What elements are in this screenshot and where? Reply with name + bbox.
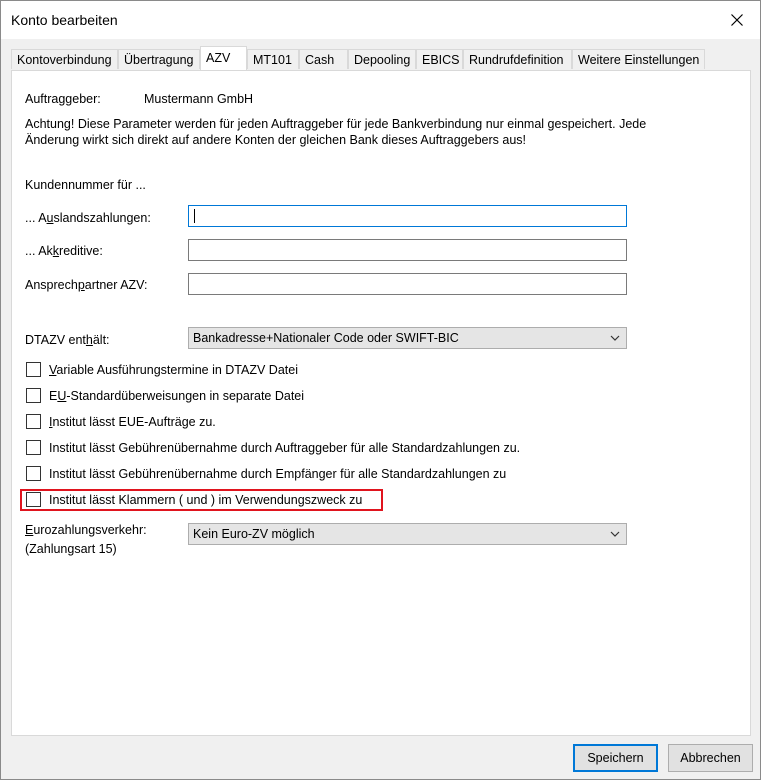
tab-ebics[interactable]: EBICS: [416, 49, 463, 69]
akkreditive-label: ... Akkreditive:: [25, 244, 103, 258]
tab-depooling[interactable]: Depooling: [348, 49, 416, 69]
ansprechpartner-label: Ansprechpartner AZV:: [25, 278, 148, 292]
eurozahlungsverkehr-selected-value: Kein Euro-ZV möglich: [193, 527, 315, 541]
auslandszahlungen-label: ... Auslandszahlungen:: [25, 211, 151, 225]
tab-cash[interactable]: Cash: [299, 49, 348, 69]
dtazv-select[interactable]: Bankadresse+Nationaler Code oder SWIFT-B…: [188, 327, 627, 349]
chevron-down-icon: [610, 531, 620, 537]
eurozahlungsverkehr-label: Eurozahlungsverkehr:: [25, 523, 147, 537]
checkbox-box[interactable]: [26, 440, 41, 455]
dtazv-selected-value: Bankadresse+Nationaler Code oder SWIFT-B…: [193, 331, 459, 345]
close-icon: [731, 14, 743, 26]
ansprechpartner-field[interactable]: [189, 274, 626, 294]
tab-uebertragung[interactable]: Übertragung: [118, 49, 200, 69]
chevron-down-icon: [610, 335, 620, 341]
checkbox-box[interactable]: [26, 388, 41, 403]
close-button[interactable]: [714, 1, 760, 39]
auftraggeber-value: Mustermann GmbH: [144, 92, 254, 106]
tab-strip: Kontoverbindung Übertragung AZV MT101 Ca…: [11, 46, 751, 71]
tab-kontoverbindung[interactable]: Kontoverbindung: [11, 49, 118, 69]
save-button[interactable]: Speichern: [573, 744, 658, 772]
text-caret: [194, 209, 195, 223]
dtazv-label: DTAZV enthält:: [25, 333, 110, 347]
checkbox-box[interactable]: [26, 492, 41, 507]
akkreditive-field[interactable]: [189, 240, 626, 260]
eurozahlungsverkehr-select[interactable]: Kein Euro-ZV möglich: [188, 523, 627, 545]
checkbox-label: Institut lässt Gebührenübernahme durch A…: [49, 441, 521, 455]
azv-panel: Auftraggeber: Mustermann GmbH Achtung! D…: [11, 70, 751, 736]
auslandszahlungen-field[interactable]: [189, 206, 626, 226]
window-title: Konto bearbeiten: [11, 12, 118, 28]
notice-line-1: Achtung! Diese Parameter werden für jede…: [25, 117, 647, 131]
zahlungsart-label: (Zahlungsart 15): [25, 542, 117, 556]
ansprechpartner-input[interactable]: [188, 273, 627, 295]
checkbox-box[interactable]: [26, 466, 41, 481]
dialog-window: Konto bearbeiten Kontoverbindung Übertra…: [0, 0, 761, 780]
tab-mt101[interactable]: MT101: [247, 49, 299, 69]
cancel-button[interactable]: Abbrechen: [668, 744, 753, 772]
auslandszahlungen-input[interactable]: [188, 205, 627, 227]
checkbox-box[interactable]: [26, 362, 41, 377]
tab-rundrufdefinition[interactable]: Rundrufdefinition: [463, 49, 572, 69]
checkbox-label: EU-Standardüberweisungen in separate Dat…: [49, 389, 305, 403]
auftraggeber-label: Auftraggeber:: [25, 92, 101, 106]
kundennummer-heading: Kundennummer für ...: [25, 178, 146, 192]
notice-line-2: Änderung wirkt sich direkt auf andere Ko…: [25, 133, 527, 147]
akkreditive-input[interactable]: [188, 239, 627, 261]
checkbox-label: Institut lässt EUE-Aufträge zu.: [49, 415, 216, 429]
checkbox-label: Institut lässt Gebührenübernahme durch E…: [49, 467, 507, 481]
tab-azv[interactable]: AZV: [200, 46, 247, 70]
checkbox-box[interactable]: [26, 414, 41, 429]
checkbox-label: Institut lässt Klammern ( und ) im Verwe…: [49, 493, 363, 507]
title-bar: Konto bearbeiten: [1, 1, 760, 39]
checkbox-label: Variable Ausführungstermine in DTAZV Dat…: [49, 363, 298, 377]
tab-weitere-einstellungen[interactable]: Weitere Einstellungen: [572, 49, 705, 69]
